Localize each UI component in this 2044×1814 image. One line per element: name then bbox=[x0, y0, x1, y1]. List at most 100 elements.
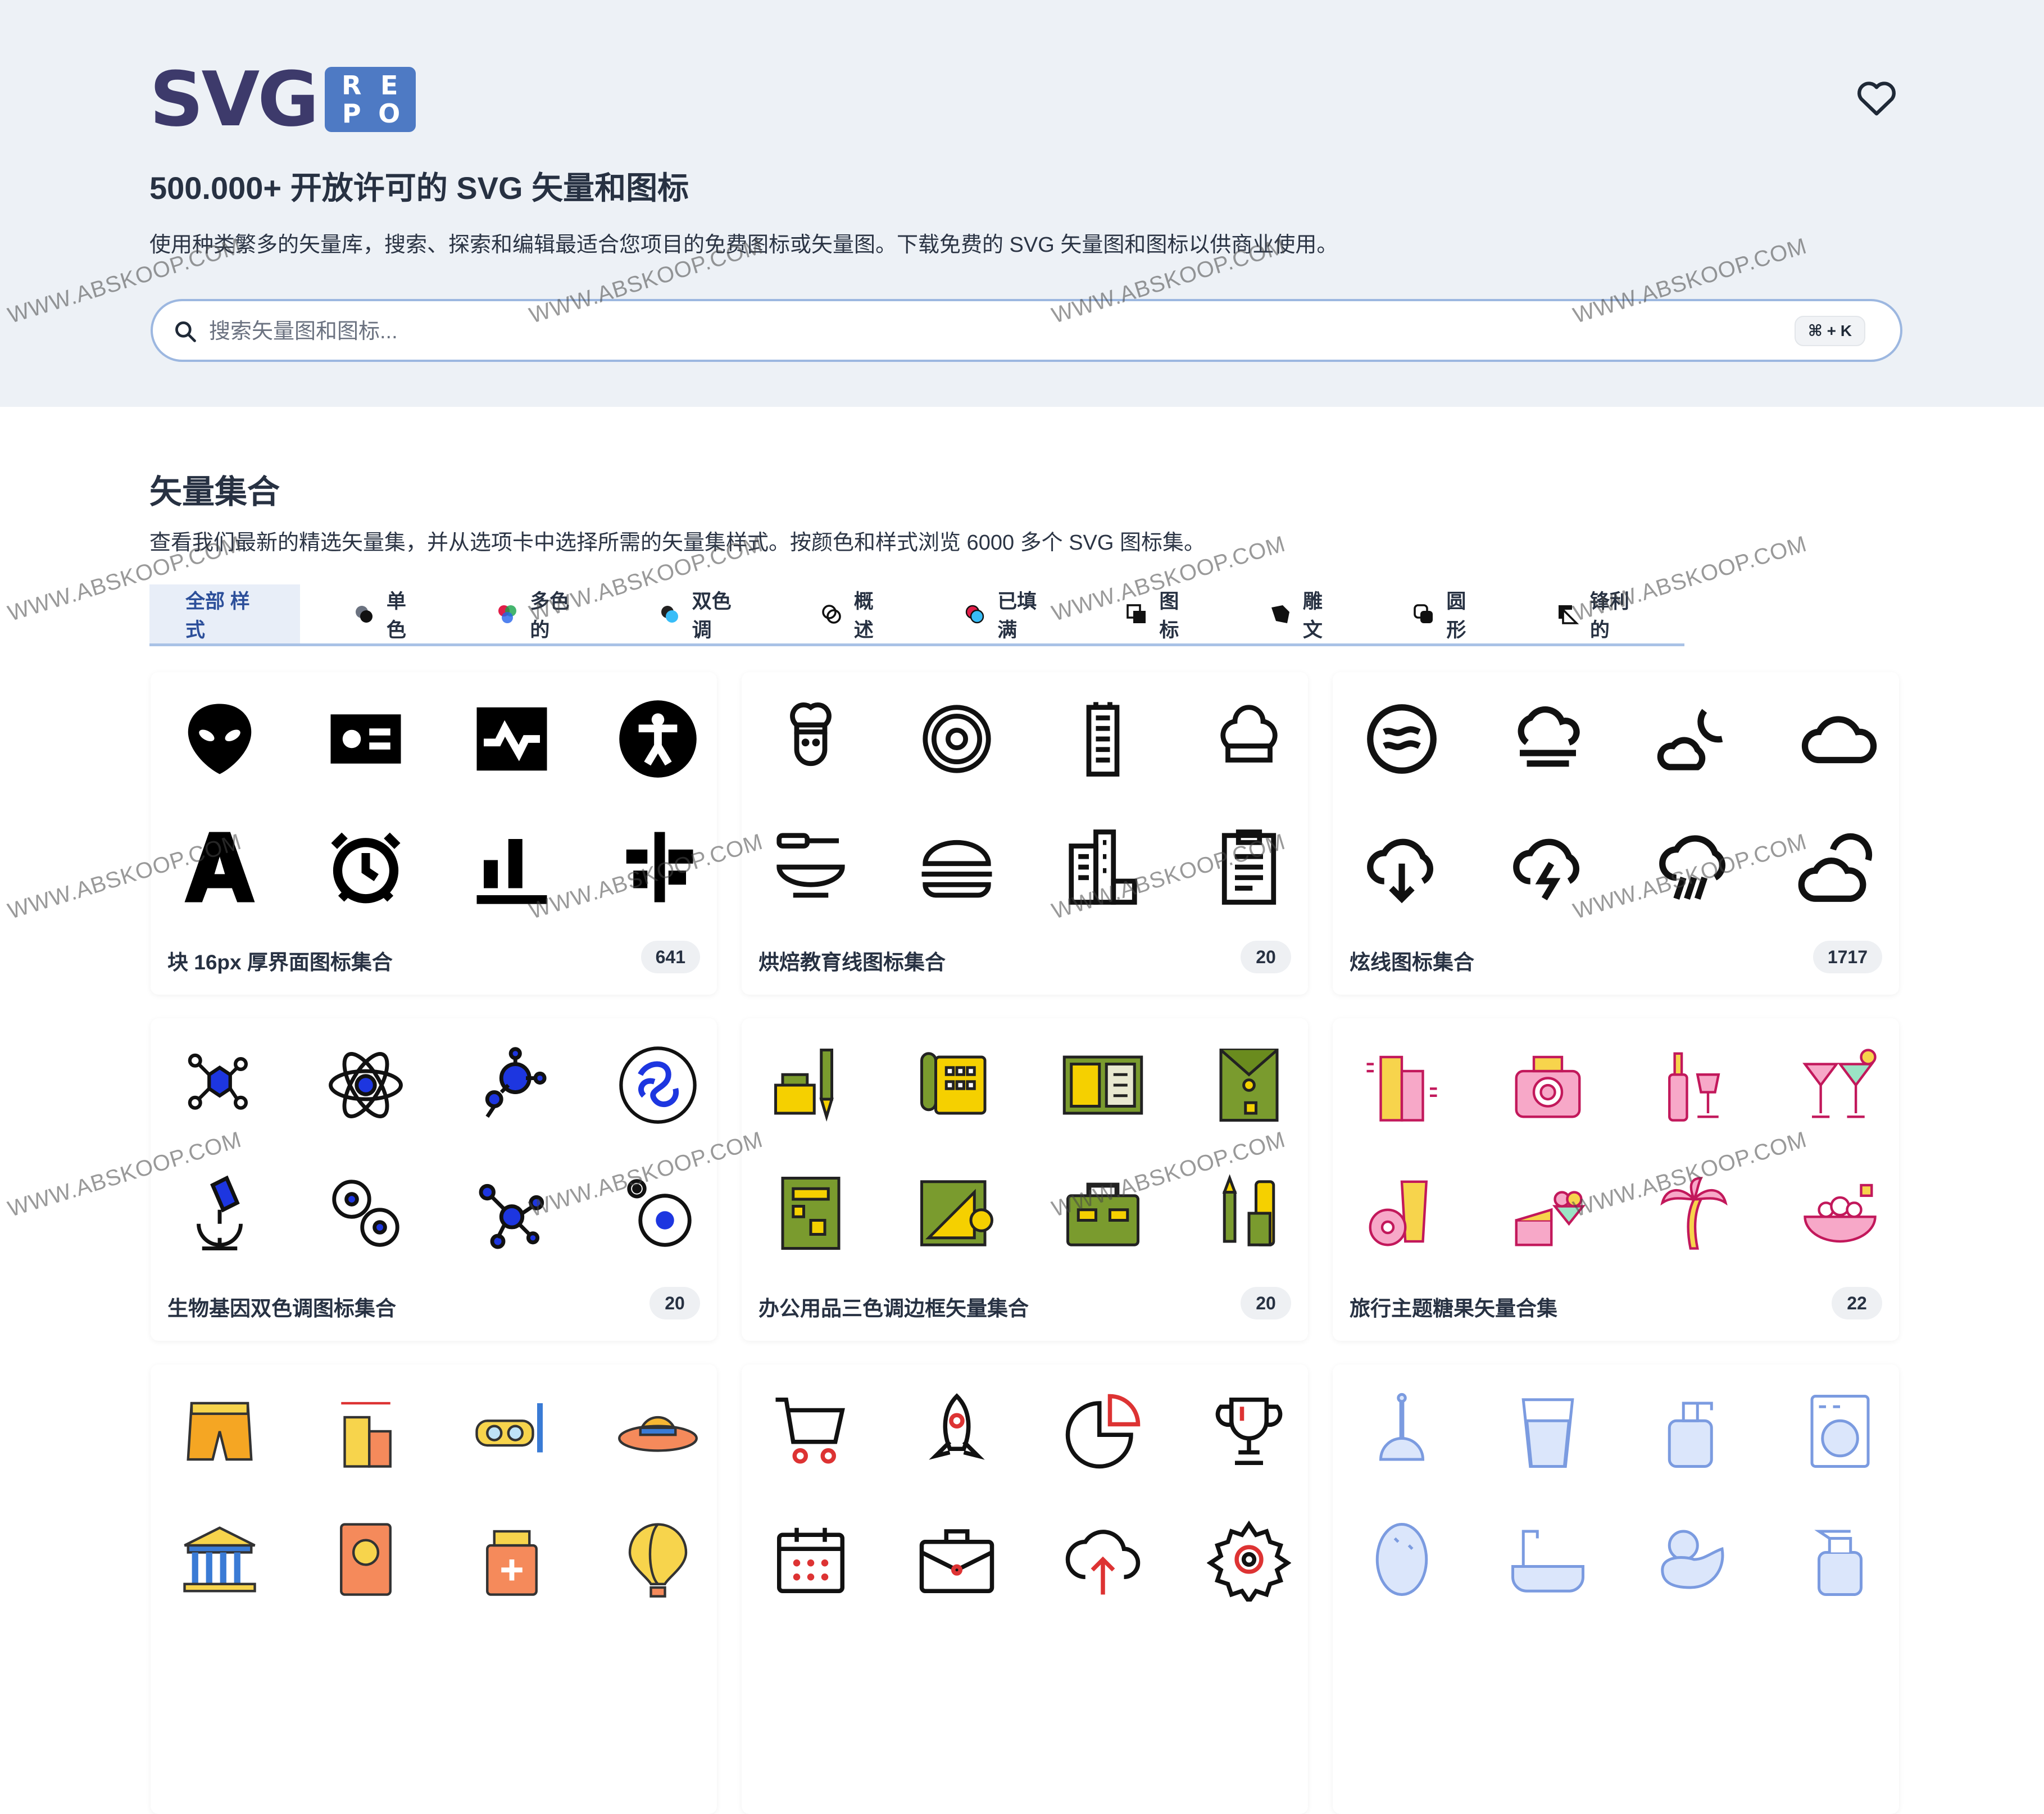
cloud-lightning-icon bbox=[1513, 838, 1579, 901]
atom-icon bbox=[329, 1052, 403, 1118]
tab-label: 全部 样式 bbox=[185, 590, 250, 641]
icon-preview-grid bbox=[764, 1018, 1286, 1266]
molecule-structure-icon bbox=[188, 1053, 248, 1110]
cloud-icon bbox=[1801, 716, 1877, 764]
hotel-icon bbox=[341, 1402, 392, 1468]
collection-count: 641 bbox=[641, 941, 700, 973]
page-description: 使用种类繁多的矢量库，搜索、探索和编辑最适合您项目的免费图标或矢量图。下载免费的… bbox=[149, 233, 1338, 257]
cloud-sun-icon bbox=[1798, 833, 1872, 902]
medicine-bottle-icon bbox=[486, 1530, 538, 1596]
bathtub-shower-icon bbox=[1511, 1530, 1584, 1593]
tab-label: 已填满 bbox=[997, 590, 1037, 641]
sharp-corner-icon bbox=[1558, 605, 1579, 624]
collection-card[interactable]: 炫线图标集合 1717 bbox=[1333, 672, 1899, 995]
tab-label: 双色调 bbox=[692, 590, 732, 641]
collection-card[interactable]: 生物基因双色调图标集合 20 bbox=[151, 1018, 717, 1341]
collection-count: 22 bbox=[1832, 1287, 1882, 1319]
clipboard-list-icon bbox=[1221, 829, 1277, 905]
shorts-icon bbox=[187, 1402, 253, 1461]
tab-rounded[interactable]: 圆形 bbox=[1379, 584, 1503, 643]
circuit-board-icon bbox=[781, 1177, 841, 1250]
collection-card[interactable] bbox=[742, 1364, 1308, 1814]
page-title: 500.000+ 开放许可的 SVG 矢量和图标 bbox=[149, 170, 689, 206]
collection-card[interactable]: 块 16px 厚界面图标集合 641 bbox=[151, 672, 717, 995]
logo-letter: O bbox=[378, 98, 401, 129]
burger-icon bbox=[921, 840, 992, 898]
tab-label: 概述 bbox=[853, 590, 874, 641]
id-card-icon bbox=[330, 714, 401, 764]
collection-count: 20 bbox=[1241, 1287, 1291, 1319]
glyph-squares-icon bbox=[1127, 604, 1146, 623]
collection-card[interactable]: 旅行主题糖果矢量合集 22 bbox=[1333, 1018, 1899, 1341]
cloud-upload-icon bbox=[1065, 1530, 1141, 1595]
outline-circles-icon bbox=[821, 604, 841, 624]
tab-label: 锋利的 bbox=[1589, 590, 1629, 641]
logo-letter: R bbox=[341, 70, 362, 101]
microscope-icon bbox=[197, 1175, 243, 1250]
tab-glyph[interactable]: 图标 bbox=[1092, 584, 1216, 643]
collection-card[interactable]: 办公用品三色调边框矢量集合 20 bbox=[742, 1018, 1308, 1341]
tab-outline[interactable]: 概述 bbox=[787, 584, 911, 643]
search-bar[interactable]: ⌘ + K bbox=[151, 299, 1902, 362]
pie-chart-icon bbox=[1065, 1394, 1141, 1469]
collection-name: 烘焙教育线图标集合 bbox=[758, 951, 946, 974]
wine-bottle-icon bbox=[1668, 1052, 1720, 1122]
logo-text: SVG bbox=[149, 56, 319, 143]
sun-hat-icon bbox=[618, 1416, 698, 1452]
soap-dispenser-icon bbox=[1668, 1402, 1713, 1468]
egg-cell-icon bbox=[627, 1179, 692, 1247]
settings-gear-icon bbox=[1207, 1520, 1291, 1602]
search-icon bbox=[175, 321, 196, 342]
icon-preview-grid bbox=[1355, 1018, 1877, 1266]
collection-card[interactable]: 烘焙教育线图标集合 20 bbox=[742, 672, 1308, 995]
collection-name: 炫线图标集合 bbox=[1350, 951, 1474, 974]
tab-sharp[interactable]: 锋利的 bbox=[1523, 584, 1665, 643]
accessibility-icon bbox=[619, 700, 697, 778]
tab-monochrome[interactable]: 单色 bbox=[319, 584, 443, 643]
tab-all-styles[interactable]: 全部 样式 bbox=[149, 584, 300, 643]
briefcase-icon bbox=[1066, 1182, 1139, 1246]
honey-bowl-icon bbox=[776, 833, 845, 898]
collection-card[interactable] bbox=[1333, 1364, 1899, 1814]
duotone-circles-icon bbox=[661, 605, 678, 623]
collection-count: 20 bbox=[1241, 941, 1291, 973]
tab-multicolor[interactable]: 多色的 bbox=[462, 584, 605, 643]
cocktail-glasses-icon bbox=[1802, 1049, 1877, 1118]
icon-preview-grid bbox=[764, 672, 1286, 919]
collection-card[interactable] bbox=[151, 1364, 717, 1814]
cake-icecream-icon bbox=[1515, 1191, 1586, 1246]
plunger-icon bbox=[1379, 1393, 1425, 1461]
donut-icon bbox=[923, 705, 991, 773]
camera-icon bbox=[1515, 1055, 1581, 1118]
bathtub-bubbles-icon bbox=[1804, 1183, 1877, 1243]
cloud-rain-icon bbox=[1659, 835, 1725, 900]
fog-cloud-icon bbox=[1518, 706, 1580, 767]
filled-circles-icon bbox=[966, 605, 984, 623]
cloud-moon-icon bbox=[1657, 709, 1723, 770]
work-bag-icon bbox=[919, 1529, 994, 1593]
tab-label: 雕文 bbox=[1302, 590, 1323, 641]
search-input[interactable] bbox=[209, 314, 1726, 350]
heart-icon[interactable] bbox=[1853, 75, 1900, 120]
tab-filled[interactable]: 已填满 bbox=[930, 584, 1073, 643]
desk-phone-icon bbox=[920, 1052, 987, 1115]
dna-coil-icon bbox=[619, 1046, 697, 1124]
tab-carved[interactable]: 雕文 bbox=[1236, 584, 1360, 643]
chef-head-icon bbox=[790, 702, 832, 767]
calendar-icon bbox=[777, 1527, 844, 1593]
mono-circles-icon bbox=[355, 605, 373, 623]
tab-label: 圆形 bbox=[1446, 590, 1466, 641]
tab-duotone[interactable]: 双色调 bbox=[625, 584, 767, 643]
chef-hat-icon bbox=[1220, 705, 1278, 763]
molecule-cluster-icon bbox=[479, 1183, 544, 1249]
logo-letter: E bbox=[380, 70, 398, 101]
icon-preview-grid bbox=[1355, 672, 1877, 919]
washing-machine-icon bbox=[1810, 1395, 1870, 1468]
passport-icon bbox=[340, 1523, 392, 1596]
city-buildings-icon bbox=[1069, 829, 1137, 905]
letter-a-icon bbox=[184, 832, 255, 903]
icon-preview-grid bbox=[764, 1364, 1291, 1612]
cloud-download-icon bbox=[1367, 838, 1433, 904]
snorkel-mask-icon bbox=[475, 1403, 543, 1453]
svgrepo-logo[interactable]: SVG R E P O bbox=[149, 62, 416, 137]
